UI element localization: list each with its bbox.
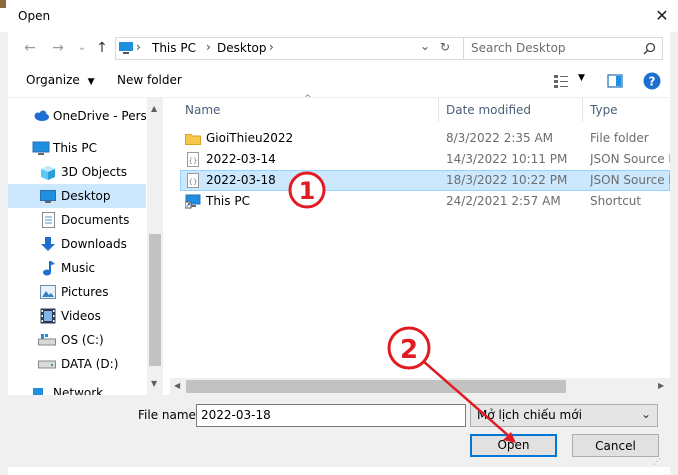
file-list: ^ Name Date modified Type GioiThieu2022 … (170, 94, 670, 378)
json-file-icon: {} (187, 152, 199, 167)
breadcrumb-separator-icon: › (136, 40, 141, 54)
open-button[interactable]: Open (470, 434, 557, 457)
address-row: ← → ⌄ ↑ › This PC › Desktop › ⌄ ↻ Search… (8, 32, 670, 64)
breadcrumb-desktop[interactable]: Desktop (217, 41, 267, 55)
breadcrumb-this-pc[interactable]: This PC (152, 41, 196, 55)
search-icon[interactable] (643, 42, 656, 55)
scroll-up-icon[interactable]: ▲ (151, 104, 157, 113)
title-bar: Open ✕ (0, 0, 678, 32)
cube-icon (41, 166, 55, 180)
cloud-icon (34, 110, 49, 121)
column-divider (438, 98, 439, 122)
address-dropdown-icon[interactable]: ⌄ (420, 39, 430, 53)
preview-pane-icon[interactable] (607, 74, 623, 88)
organize-button[interactable]: Organize ▼ (26, 73, 95, 87)
file-row-selected[interactable]: {} 2022-03-18 18/3/2022 10:22 PM JSON So… (180, 170, 670, 191)
refresh-icon[interactable]: ↻ (440, 40, 450, 54)
nav-item-this-pc[interactable]: This PC (8, 136, 146, 160)
nav-item-desktop[interactable]: Desktop (8, 184, 146, 208)
download-icon (41, 237, 55, 251)
nav-item-onedrive[interactable]: OneDrive - Person (8, 104, 146, 128)
column-header-type[interactable]: Type (590, 98, 618, 122)
file-row[interactable]: {} 2022-03-14 14/3/2022 10:11 PM JSON So… (180, 149, 670, 170)
nav-item-network[interactable]: Network (8, 384, 146, 395)
drive-icon (38, 360, 56, 369)
help-icon[interactable]: ? (643, 72, 661, 90)
shortcut-icon (185, 194, 201, 209)
chevron-down-icon: ⌄ (641, 407, 652, 421)
sort-ascending-icon: ^ (304, 94, 312, 104)
navigation-pane: OneDrive - Person This PC 3D Objects Des… (8, 98, 163, 395)
file-name-label: File name: (138, 408, 200, 422)
json-file-icon: {} (187, 173, 199, 188)
document-icon (42, 212, 55, 228)
nav-item-downloads[interactable]: Downloads (8, 232, 146, 256)
left-frame (0, 32, 8, 475)
file-row[interactable]: This PC 24/2/2021 2:57 AM Shortcut (180, 191, 670, 212)
app-icon (0, 0, 6, 8)
video-icon (40, 308, 56, 324)
recent-dropdown-icon[interactable]: ⌄ (72, 38, 92, 58)
network-icon (33, 388, 43, 395)
right-frame (670, 32, 678, 475)
nav-item-os-c[interactable]: OS (C:) (8, 328, 146, 352)
computer-icon (32, 141, 50, 155)
search-box[interactable]: Search Desktop (463, 37, 663, 60)
picture-icon (40, 285, 56, 299)
nav-item-music[interactable]: Music (8, 256, 146, 280)
scroll-left-icon[interactable]: ◀ (174, 381, 180, 390)
scroll-right-icon[interactable]: ▶ (658, 381, 664, 390)
desktop-icon (40, 190, 56, 203)
nav-scrollbar[interactable]: ▲ ▼ (147, 98, 163, 395)
cancel-button[interactable]: Cancel (572, 434, 659, 457)
column-divider (582, 98, 583, 122)
caret-down-icon: ▼ (87, 77, 95, 87)
breadcrumb-separator-icon: › (269, 40, 274, 54)
computer-icon (119, 42, 133, 54)
nav-item-videos[interactable]: Videos (8, 304, 146, 328)
svg-text:{}: {} (189, 157, 198, 165)
file-name-input[interactable]: 2022-03-18 (196, 404, 466, 427)
folder-icon (185, 134, 201, 145)
nav-item-documents[interactable]: Documents (8, 208, 146, 232)
hscroll-thumb[interactable] (186, 380, 566, 393)
svg-text:{}: {} (189, 178, 198, 186)
file-list-hscrollbar[interactable]: ◀ ▶ (170, 378, 670, 395)
close-icon[interactable]: ✕ (650, 4, 674, 28)
address-bar[interactable]: › This PC › Desktop › ⌄ ↻ (115, 37, 464, 60)
window-title: Open (18, 9, 51, 23)
nav-scroll-thumb[interactable] (149, 234, 161, 366)
organize-label: Organize (26, 73, 80, 87)
file-row[interactable]: GioiThieu2022 8/3/2022 2:35 AM File fold… (180, 128, 670, 149)
back-arrow-icon[interactable]: ← (20, 38, 40, 58)
new-folder-button[interactable]: New folder (117, 73, 182, 87)
resize-grip-icon[interactable]: ⋰ (653, 457, 663, 467)
column-header-name[interactable]: Name (185, 98, 220, 122)
view-options-icon[interactable] (553, 74, 569, 88)
toolbar: Organize ▼ New folder ▼ ? (8, 64, 670, 98)
file-type-select[interactable]: Mở lịch chiếu mới ⌄ (470, 404, 658, 427)
breadcrumb-separator-icon: › (206, 40, 211, 54)
up-arrow-icon[interactable]: ↑ (92, 38, 112, 58)
svg-text:?: ? (649, 75, 656, 89)
search-input[interactable]: Search Desktop (471, 41, 566, 55)
drive-icon (38, 334, 56, 346)
dialog-footer: File name: 2022-03-18 Mở lịch chiếu mới … (8, 395, 670, 467)
forward-arrow-icon[interactable]: → (48, 38, 68, 58)
scroll-down-icon[interactable]: ▼ (151, 379, 157, 388)
view-dropdown-icon[interactable]: ▼ (578, 73, 585, 83)
nav-item-pictures[interactable]: Pictures (8, 280, 146, 304)
column-header-date[interactable]: Date modified (446, 98, 531, 122)
nav-item-3d-objects[interactable]: 3D Objects (8, 160, 146, 184)
music-icon (43, 261, 55, 276)
nav-item-data-d[interactable]: DATA (D:) (8, 352, 146, 376)
